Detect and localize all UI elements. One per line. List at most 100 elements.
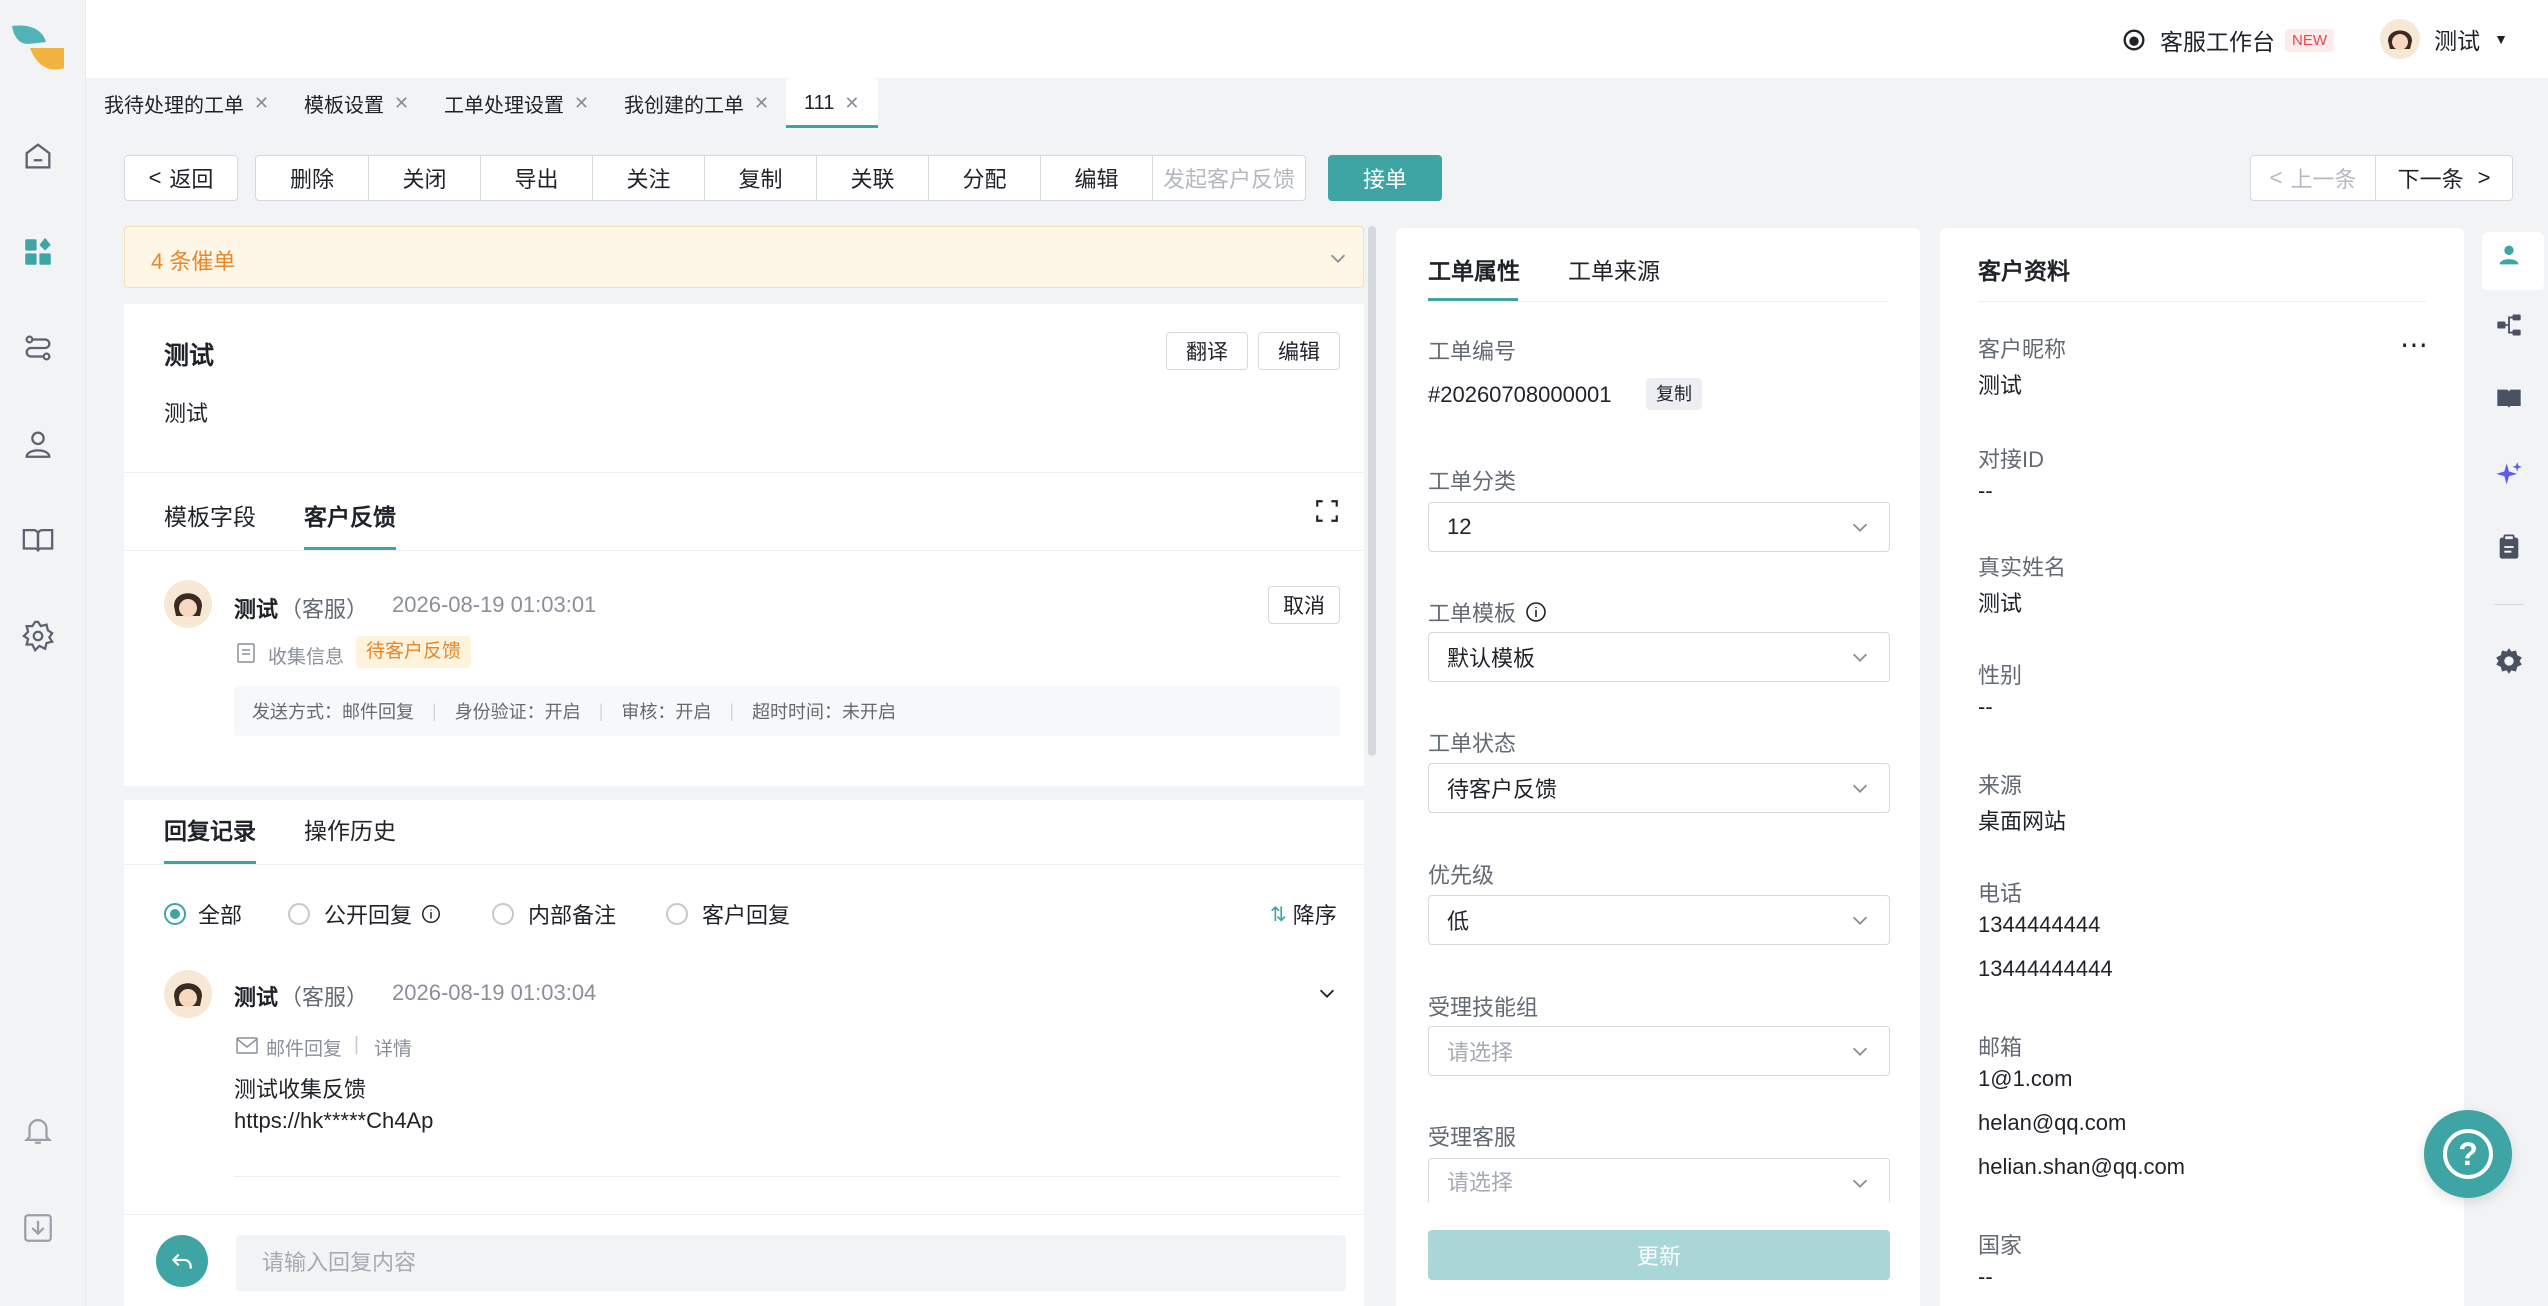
knowledge-book-icon[interactable] [20,522,56,558]
tab-template-settings[interactable]: 模板设置 ✕ [304,78,409,128]
back-label: 返回 [169,167,214,192]
separator: | [354,1034,359,1055]
sort-icon: ⇅ [1270,903,1287,926]
collect-info-label: 收集信息 [268,647,345,668]
divider [2494,604,2524,605]
skill-group-select[interactable]: 请选择 [1428,1026,1890,1076]
close-ticket-button[interactable]: 关闭 [368,155,481,201]
help-button[interactable]: ? [2424,1110,2512,1198]
select-placeholder: 请选择 [1447,1040,1514,1065]
edit-ticket-button[interactable]: 编辑 [1258,332,1340,370]
translate-button[interactable]: 翻译 [1166,332,1248,370]
priority-select[interactable]: 低 [1428,895,1890,945]
tab-ticket-source[interactable]: 工单来源 [1568,252,1660,286]
field-label: 真实姓名 [1978,555,2067,580]
chevron-down-icon [1852,1047,1868,1056]
filter-internal[interactable]: 内部备注 [492,898,616,930]
ticket-content: 测试 翻译 编辑 测试 模板字段 客户反馈 测试 （客服） 2026-08-19… [124,304,1364,1306]
info-icon[interactable] [420,903,442,925]
tab-template-fields[interactable]: 模板字段 [164,498,256,532]
tab-ticket-attributes[interactable]: 工单属性 [1428,252,1520,286]
close-icon[interactable]: ✕ [254,93,269,114]
app-logo[interactable] [8,18,64,74]
divider [234,1176,1340,1177]
field-label: 来源 [1978,773,2023,798]
category-select[interactable]: 12 [1428,502,1890,552]
template-label: 工单模板 [1428,601,1517,626]
customer-icon[interactable] [20,426,56,462]
prev-button[interactable]: < 上一条 [2250,155,2376,201]
mail-icon [236,1037,258,1054]
reply-detail-link[interactable]: 详情 [374,1034,412,1061]
info-icon[interactable] [1524,600,1548,624]
workspace-switch[interactable]: 客服工作台 NEW [2120,22,2334,58]
follow-button[interactable]: 关注 [592,155,705,201]
tab-label: 工单处理设置 [444,94,564,117]
scrollbar[interactable] [1368,226,1376,756]
divider [1978,301,2426,302]
tab-reply-records[interactable]: 回复记录 [164,812,256,846]
avatar [2380,19,2421,59]
copy-button[interactable]: 复制 [704,155,817,201]
tab-operation-history[interactable]: 操作历史 [304,812,396,846]
close-icon[interactable]: ✕ [394,93,409,114]
next-button[interactable]: 下一条 > [2375,155,2513,201]
delete-button[interactable]: 删除 [255,155,369,201]
user-menu[interactable]: 测试 ▼ [2380,18,2508,60]
chevron-down-icon [1852,653,1868,662]
ai-sparkle-icon[interactable] [2486,452,2532,498]
notification-bell-icon[interactable] [20,1112,56,1148]
field-value: helian.shan@qq.com [1978,1154,2186,1179]
agent-select[interactable]: 请选择 [1428,1158,1890,1202]
status-select[interactable]: 待客户反馈 [1428,763,1890,813]
more-options-icon[interactable]: ⋯ [2400,328,2429,361]
customer-profile-tool-icon[interactable] [2486,232,2532,278]
home-icon[interactable] [20,138,56,174]
clipboard-icon[interactable] [2486,524,2532,570]
route-icon[interactable] [20,330,56,366]
tool-settings-icon[interactable] [2486,638,2532,684]
org-tree-icon[interactable] [2486,302,2532,348]
chevron-left-icon: < [2269,165,2283,190]
template-select[interactable]: 默认模板 [1428,632,1890,682]
fullscreen-icon[interactable] [1314,498,1340,524]
back-button[interactable]: < 返回 [124,155,238,201]
link-button[interactable]: 关联 [816,155,929,201]
download-icon[interactable] [20,1210,56,1246]
filter-label: 公开回复 [324,903,413,928]
accept-ticket-button[interactable]: 接单 [1328,155,1442,201]
reply-back-button[interactable] [156,1235,208,1287]
tab-process-settings[interactable]: 工单处理设置 ✕ [444,78,589,128]
update-button[interactable]: 更新 [1428,1230,1890,1280]
close-icon[interactable]: ✕ [844,93,859,114]
edit-button[interactable]: 编辑 [1040,155,1153,201]
avatar [164,580,212,633]
request-feedback-button[interactable]: 发起客户反馈 [1152,155,1306,201]
filter-public[interactable]: 公开回复 [288,898,442,930]
tab-111[interactable]: 111 ✕ [786,78,878,128]
close-icon[interactable]: ✕ [754,93,769,114]
assign-button[interactable]: 分配 [928,155,1041,201]
workspace-icon[interactable] [20,234,56,270]
book-icon[interactable] [2486,376,2532,422]
copy-id-button[interactable]: 复制 [1646,378,1702,410]
filter-all[interactable]: 全部 [164,898,242,930]
filter-label: 内部备注 [528,903,617,928]
chevron-down-icon[interactable] [1316,982,1338,1004]
tab-pending[interactable]: 我待处理的工单 ✕ [104,78,269,128]
filter-label: 客户回复 [702,903,791,928]
close-icon[interactable]: ✕ [574,93,589,114]
filter-customer[interactable]: 客户回复 [666,898,790,930]
settings-gear-icon[interactable] [20,618,56,654]
reply-input[interactable]: 请输入回复内容 [236,1235,1346,1291]
tab-created[interactable]: 我创建的工单 ✕ [624,78,769,128]
sort-toggle[interactable]: ⇅ 降序 [1270,898,1337,930]
filter-label: 全部 [198,903,243,928]
new-badge: NEW [2285,28,2334,52]
customer-panel-title: 客户资料 [1978,258,2070,284]
cancel-feedback-button[interactable]: 取消 [1268,586,1340,624]
sort-label: 降序 [1292,903,1337,928]
reminder-bar[interactable]: 4 条催单 [124,226,1364,288]
tab-customer-feedback[interactable]: 客户反馈 [304,498,396,532]
export-button[interactable]: 导出 [480,155,593,201]
